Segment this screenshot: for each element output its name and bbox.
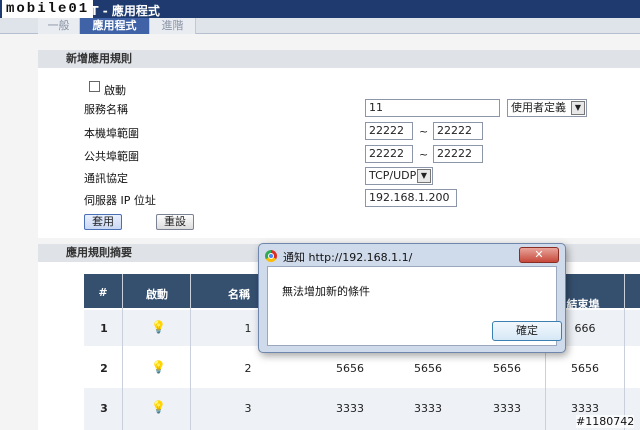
tab-applications[interactable]: 應用程式 xyxy=(80,18,150,34)
header-enable: 啟動 xyxy=(146,288,168,301)
local-port-start-input[interactable]: 22222 xyxy=(365,122,413,140)
chevron-down-icon: ▼ xyxy=(571,101,585,115)
row-num: 3 xyxy=(100,402,108,415)
service-type-value: 使用者定義 xyxy=(511,101,566,114)
column-divider xyxy=(190,274,191,430)
public-port-separator: ~ xyxy=(419,148,429,161)
server-ip-label: 伺服器 IP 位址 xyxy=(84,194,156,207)
service-name-label: 服務名稱 xyxy=(84,103,128,116)
row-end-port: 3333 xyxy=(571,402,599,415)
public-port-end-input[interactable]: 22222 xyxy=(433,145,483,163)
row-col-1: 3333 xyxy=(336,402,364,415)
row-col-2: 3333 xyxy=(414,402,442,415)
row-num: 1 xyxy=(100,322,108,335)
reset-button[interactable]: 重設 xyxy=(156,214,194,230)
row-col-1: 5656 xyxy=(336,362,364,375)
tab-bar: 一般 應用程式 進階 xyxy=(0,18,640,34)
close-button[interactable]: ✕ xyxy=(519,247,559,263)
row-end-port: 666 xyxy=(574,322,596,335)
protocol-select[interactable]: TCP/UDP ▼ xyxy=(365,167,433,185)
column-divider xyxy=(624,274,625,430)
public-port-start-input[interactable]: 22222 xyxy=(365,145,413,163)
enable-checkbox[interactable] xyxy=(89,81,100,92)
light-bulb-icon: 💡 xyxy=(151,320,166,334)
dialog-message: 無法增加新的條件 xyxy=(282,285,370,298)
service-type-select[interactable]: 使用者定義 ▼ xyxy=(507,99,587,117)
local-port-label: 本機埠範圍 xyxy=(84,127,139,140)
corner-label: #1180742 xyxy=(576,415,635,428)
tab-general[interactable]: 一般 xyxy=(38,18,80,34)
apply-button[interactable]: 套用 xyxy=(84,214,122,230)
column-divider xyxy=(122,274,123,430)
row-name: 1 xyxy=(244,322,252,335)
row-col-3: 3333 xyxy=(493,402,521,415)
row-name: 3 xyxy=(244,402,252,415)
service-name-input[interactable]: 11 xyxy=(365,99,500,117)
top-header: NAT - 應用程式 xyxy=(0,0,640,18)
row-col-2: 5656 xyxy=(414,362,442,375)
protocol-label: 通訊協定 xyxy=(84,172,128,185)
watermark: mobile01 xyxy=(2,0,94,18)
protocol-value: TCP/UDP xyxy=(369,169,417,182)
tab-advanced[interactable]: 進階 xyxy=(150,18,196,34)
row-col-3: 5656 xyxy=(493,362,521,375)
light-bulb-icon: 💡 xyxy=(151,360,166,374)
header-num: # xyxy=(98,286,108,299)
header-name: 名稱 xyxy=(228,288,250,301)
chrome-icon xyxy=(265,250,277,262)
public-port-label: 公共埠範圍 xyxy=(84,150,139,163)
chevron-down-icon: ▼ xyxy=(417,169,431,183)
alert-dialog: 通知 http://192.168.1.1/ ✕ 無法增加新的條件 確定 xyxy=(258,243,566,353)
local-port-end-input[interactable]: 22222 xyxy=(433,122,483,140)
enable-label: 啟動 xyxy=(104,84,126,97)
light-bulb-icon: 💡 xyxy=(151,400,166,414)
server-ip-input[interactable]: 192.168.1.200 xyxy=(365,189,457,207)
dialog-body: 無法增加新的條件 確定 xyxy=(267,266,562,346)
row-num: 2 xyxy=(100,362,108,375)
ok-button[interactable]: 確定 xyxy=(492,321,562,341)
local-port-separator: ~ xyxy=(419,125,429,138)
dialog-title: 通知 http://192.168.1.1/ xyxy=(283,251,413,264)
add-rule-section-header: 新增應用規則 xyxy=(38,50,640,68)
row-end-port: 5656 xyxy=(571,362,599,375)
row-name: 2 xyxy=(244,362,252,375)
